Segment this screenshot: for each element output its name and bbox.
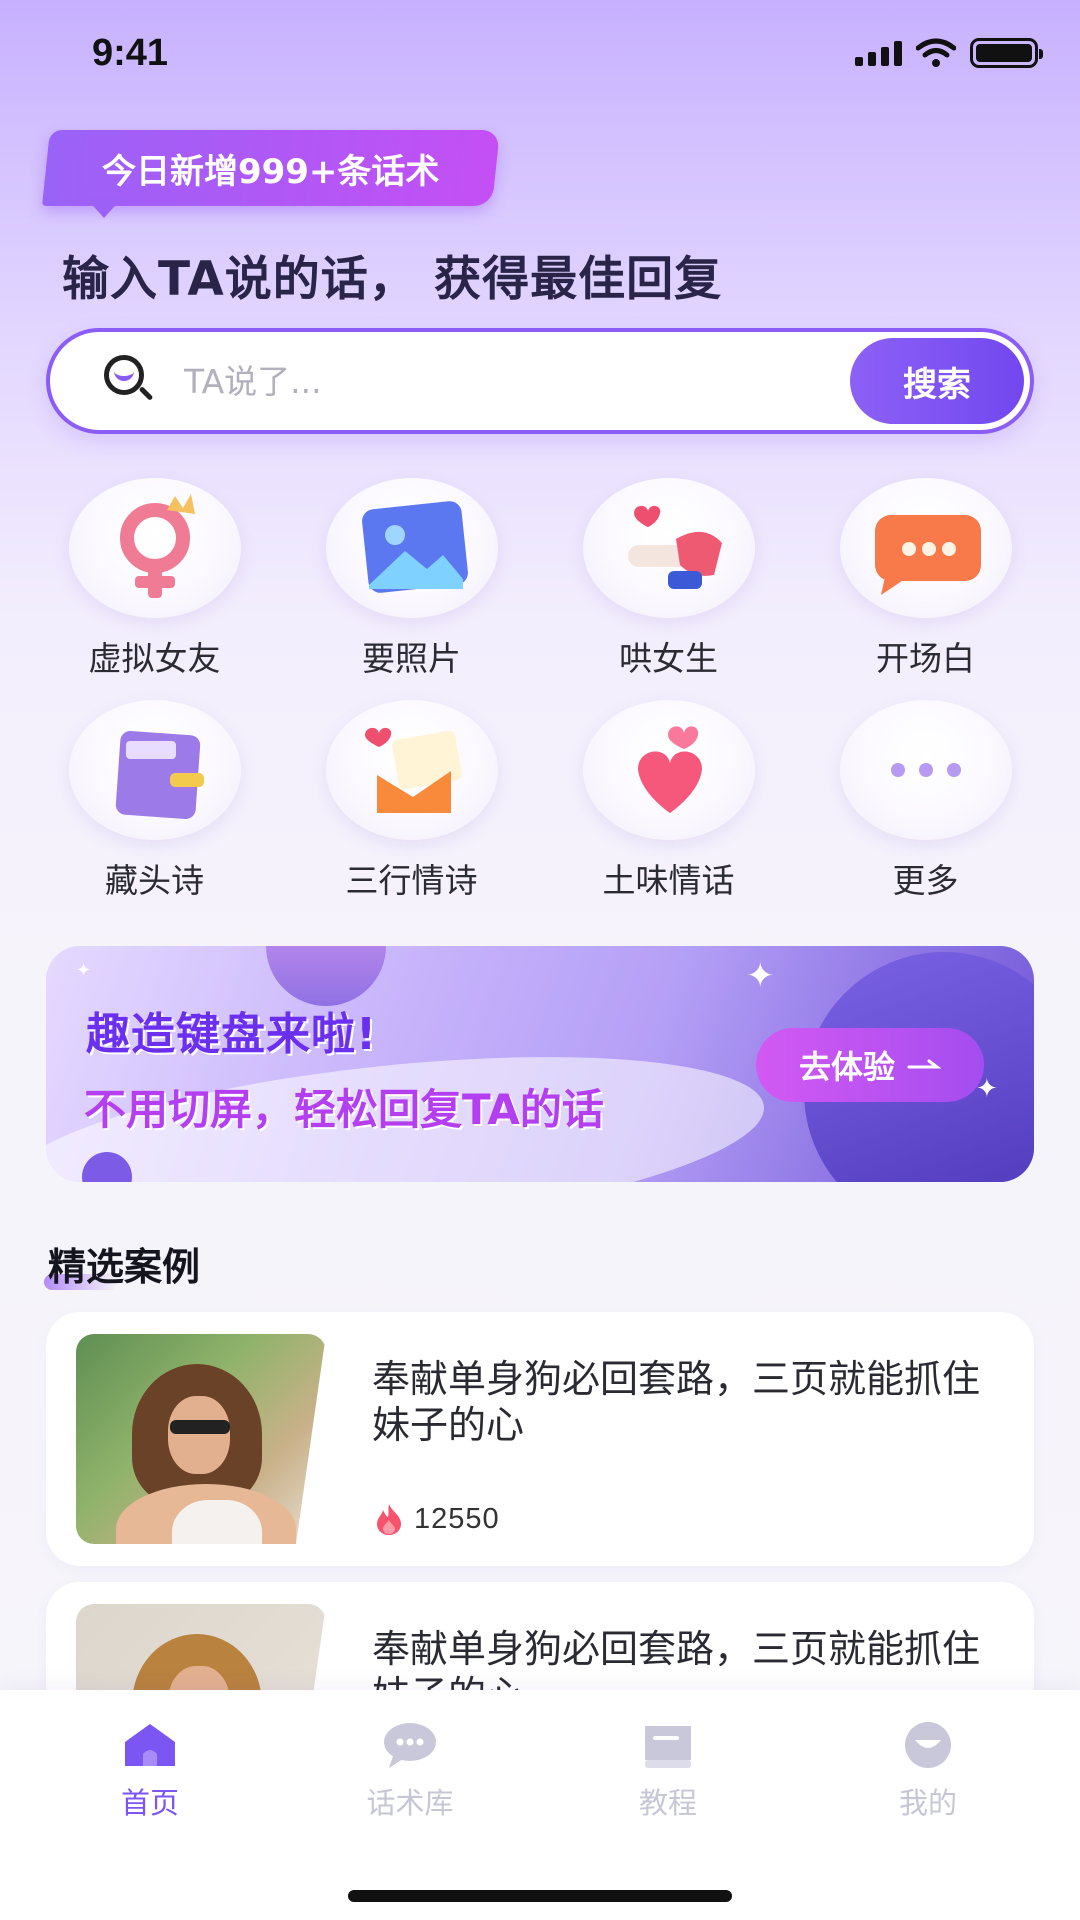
female-symbol-crown-icon xyxy=(68,478,241,618)
category-coax-girl[interactable]: 哄女生 xyxy=(540,478,797,680)
tab-phrase-library[interactable]: 话术库 xyxy=(340,1720,480,1822)
try-it-button-label: 去体验 xyxy=(798,1048,895,1086)
book-icon xyxy=(645,1726,691,1768)
case-thumbnail xyxy=(76,1334,326,1544)
category-grid: 虚拟女友 要照片 哄女生 开场白 藏头诗 三行情诗 土味情话 更多 xyxy=(26,478,1054,902)
category-label: 要照片 xyxy=(362,639,461,678)
category-label: 虚拟女友 xyxy=(88,639,221,678)
home-icon xyxy=(125,1724,175,1766)
photo-icon xyxy=(325,478,498,618)
tab-tutorials[interactable]: 教程 xyxy=(598,1720,738,1822)
profile-icon xyxy=(905,1722,951,1768)
case-stats: 12550 xyxy=(374,1502,500,1536)
search-bar: 搜索 xyxy=(46,328,1034,434)
try-it-button[interactable]: 去体验 xyxy=(756,1028,984,1102)
case-title: 奉献单身狗必回套路，三页就能抓住妹子的心 xyxy=(372,1357,981,1447)
home-indicator xyxy=(348,1890,732,1902)
hand-heart-icon xyxy=(582,478,755,618)
love-letter-icon xyxy=(325,700,498,840)
category-request-photo[interactable]: 要照片 xyxy=(283,478,540,680)
case-view-count: 12550 xyxy=(414,1502,500,1535)
tab-label: 话术库 xyxy=(366,1786,454,1820)
book-icon xyxy=(68,700,241,840)
category-label: 开场白 xyxy=(876,639,975,678)
category-acrostic-poem[interactable]: 藏头诗 xyxy=(26,700,283,902)
category-virtual-girlfriend[interactable]: 虚拟女友 xyxy=(26,478,283,680)
planet-decoration xyxy=(266,946,386,1006)
tab-label: 我的 xyxy=(898,1786,957,1820)
tab-label: 首页 xyxy=(120,1786,179,1820)
arrow-right-icon xyxy=(907,1059,941,1069)
bottom-tab-bar: 首页 话术库 教程 我的 xyxy=(0,1690,1080,1920)
category-opening-line[interactable]: 开场白 xyxy=(797,478,1054,680)
sparkle-icon: ✦ xyxy=(746,956,775,996)
sparkle-icon: ✦ xyxy=(76,960,92,981)
category-label: 土味情话 xyxy=(602,861,735,900)
tab-home[interactable]: 首页 xyxy=(80,1720,220,1822)
category-three-line-poem[interactable]: 三行情诗 xyxy=(283,700,540,902)
search-input[interactable] xyxy=(184,361,850,401)
search-button[interactable]: 搜索 xyxy=(850,338,1024,424)
category-label: 三行情诗 xyxy=(345,861,478,900)
category-cheesy-lines[interactable]: 土味情话 xyxy=(540,700,797,902)
category-more[interactable]: 更多 xyxy=(797,700,1054,902)
case-card[interactable]: 奉献单身狗必回套路，三页就能抓住妹子的心 12550 xyxy=(46,1312,1034,1566)
hearts-icon xyxy=(582,700,755,840)
cellular-signal-icon xyxy=(855,40,902,66)
category-label: 哄女生 xyxy=(619,639,718,678)
chat-bubble-icon xyxy=(839,478,1012,618)
tab-label: 教程 xyxy=(638,1786,697,1820)
search-icon xyxy=(100,351,160,411)
more-dots-icon xyxy=(839,700,1012,840)
tab-profile[interactable]: 我的 xyxy=(858,1720,998,1822)
new-phrases-badge: 今日新增999+条话术 xyxy=(42,130,500,206)
status-time: 9:41 xyxy=(92,32,169,74)
wifi-icon xyxy=(916,38,956,67)
banner-title: 趣造键盘来啦! xyxy=(86,1009,378,1060)
new-phrases-badge-text: 今日新增999+条话术 xyxy=(102,151,440,192)
category-label: 更多 xyxy=(892,861,959,900)
chat-icon xyxy=(384,1723,436,1768)
badge-tail xyxy=(86,198,122,218)
page-headline: 输入TA说的话， 获得最佳回复 xyxy=(62,252,723,307)
keyboard-promo-banner[interactable]: ✦ ✦ ✦ 趣造键盘来啦! 不用切屏，轻松回复TA的话 去体验 xyxy=(46,946,1034,1182)
fire-icon xyxy=(377,1504,401,1535)
category-label: 藏头诗 xyxy=(105,861,204,900)
status-bar: 9:41 xyxy=(0,0,1080,110)
banner-subtitle: 不用切屏，轻松回复TA的话 xyxy=(84,1085,604,1134)
status-icons xyxy=(855,38,1043,68)
section-title-featured: 精选案例 xyxy=(48,1245,201,1289)
battery-icon xyxy=(970,38,1043,68)
